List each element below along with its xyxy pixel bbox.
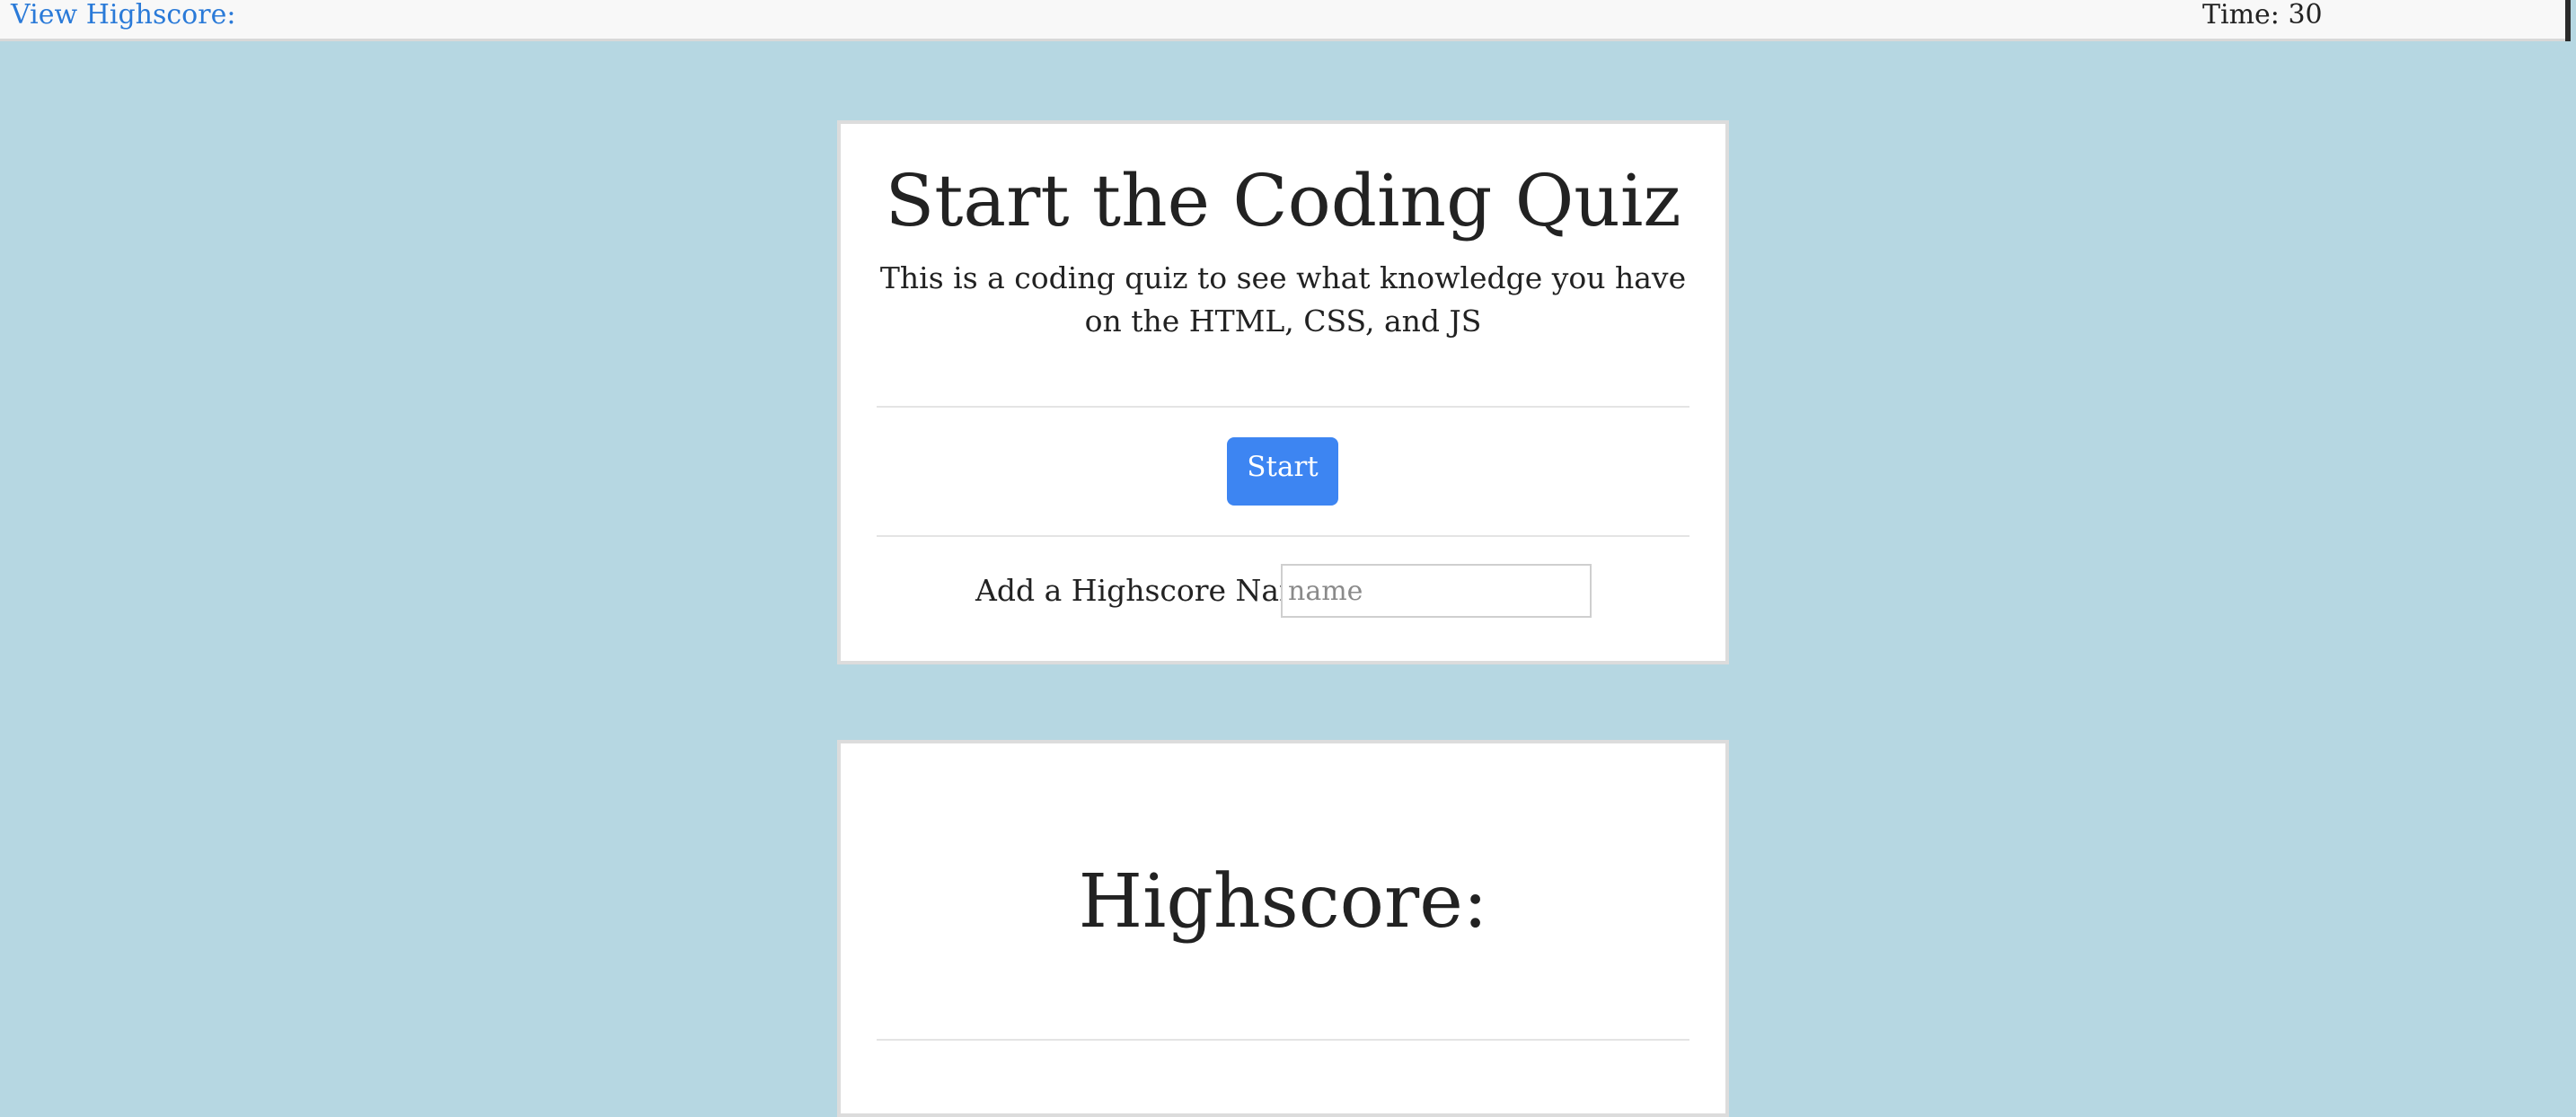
timer-display: Time: 30	[2202, 0, 2323, 31]
divider	[877, 406, 1689, 408]
highscore-name-input[interactable]	[1281, 564, 1592, 618]
highscore-card: Highscore:	[837, 740, 1729, 1117]
top-navbar: View Highscore: Time: 30	[0, 0, 2571, 41]
start-quiz-card: Start the Coding Quiz This is a coding q…	[837, 120, 1729, 664]
view-highscore-link[interactable]: View Highscore:	[11, 0, 235, 31]
window-edge	[2565, 0, 2571, 41]
start-button[interactable]: Start	[1227, 437, 1338, 506]
highscore-name-row: Add a Highscore Name:	[841, 564, 1725, 620]
highscore-title: Highscore:	[1078, 859, 1488, 945]
divider	[877, 1039, 1689, 1041]
divider	[877, 535, 1689, 537]
quiz-title: Start the Coding Quiz	[885, 159, 1681, 242]
quiz-description: This is a coding quiz to see what knowle…	[879, 260, 1687, 339]
